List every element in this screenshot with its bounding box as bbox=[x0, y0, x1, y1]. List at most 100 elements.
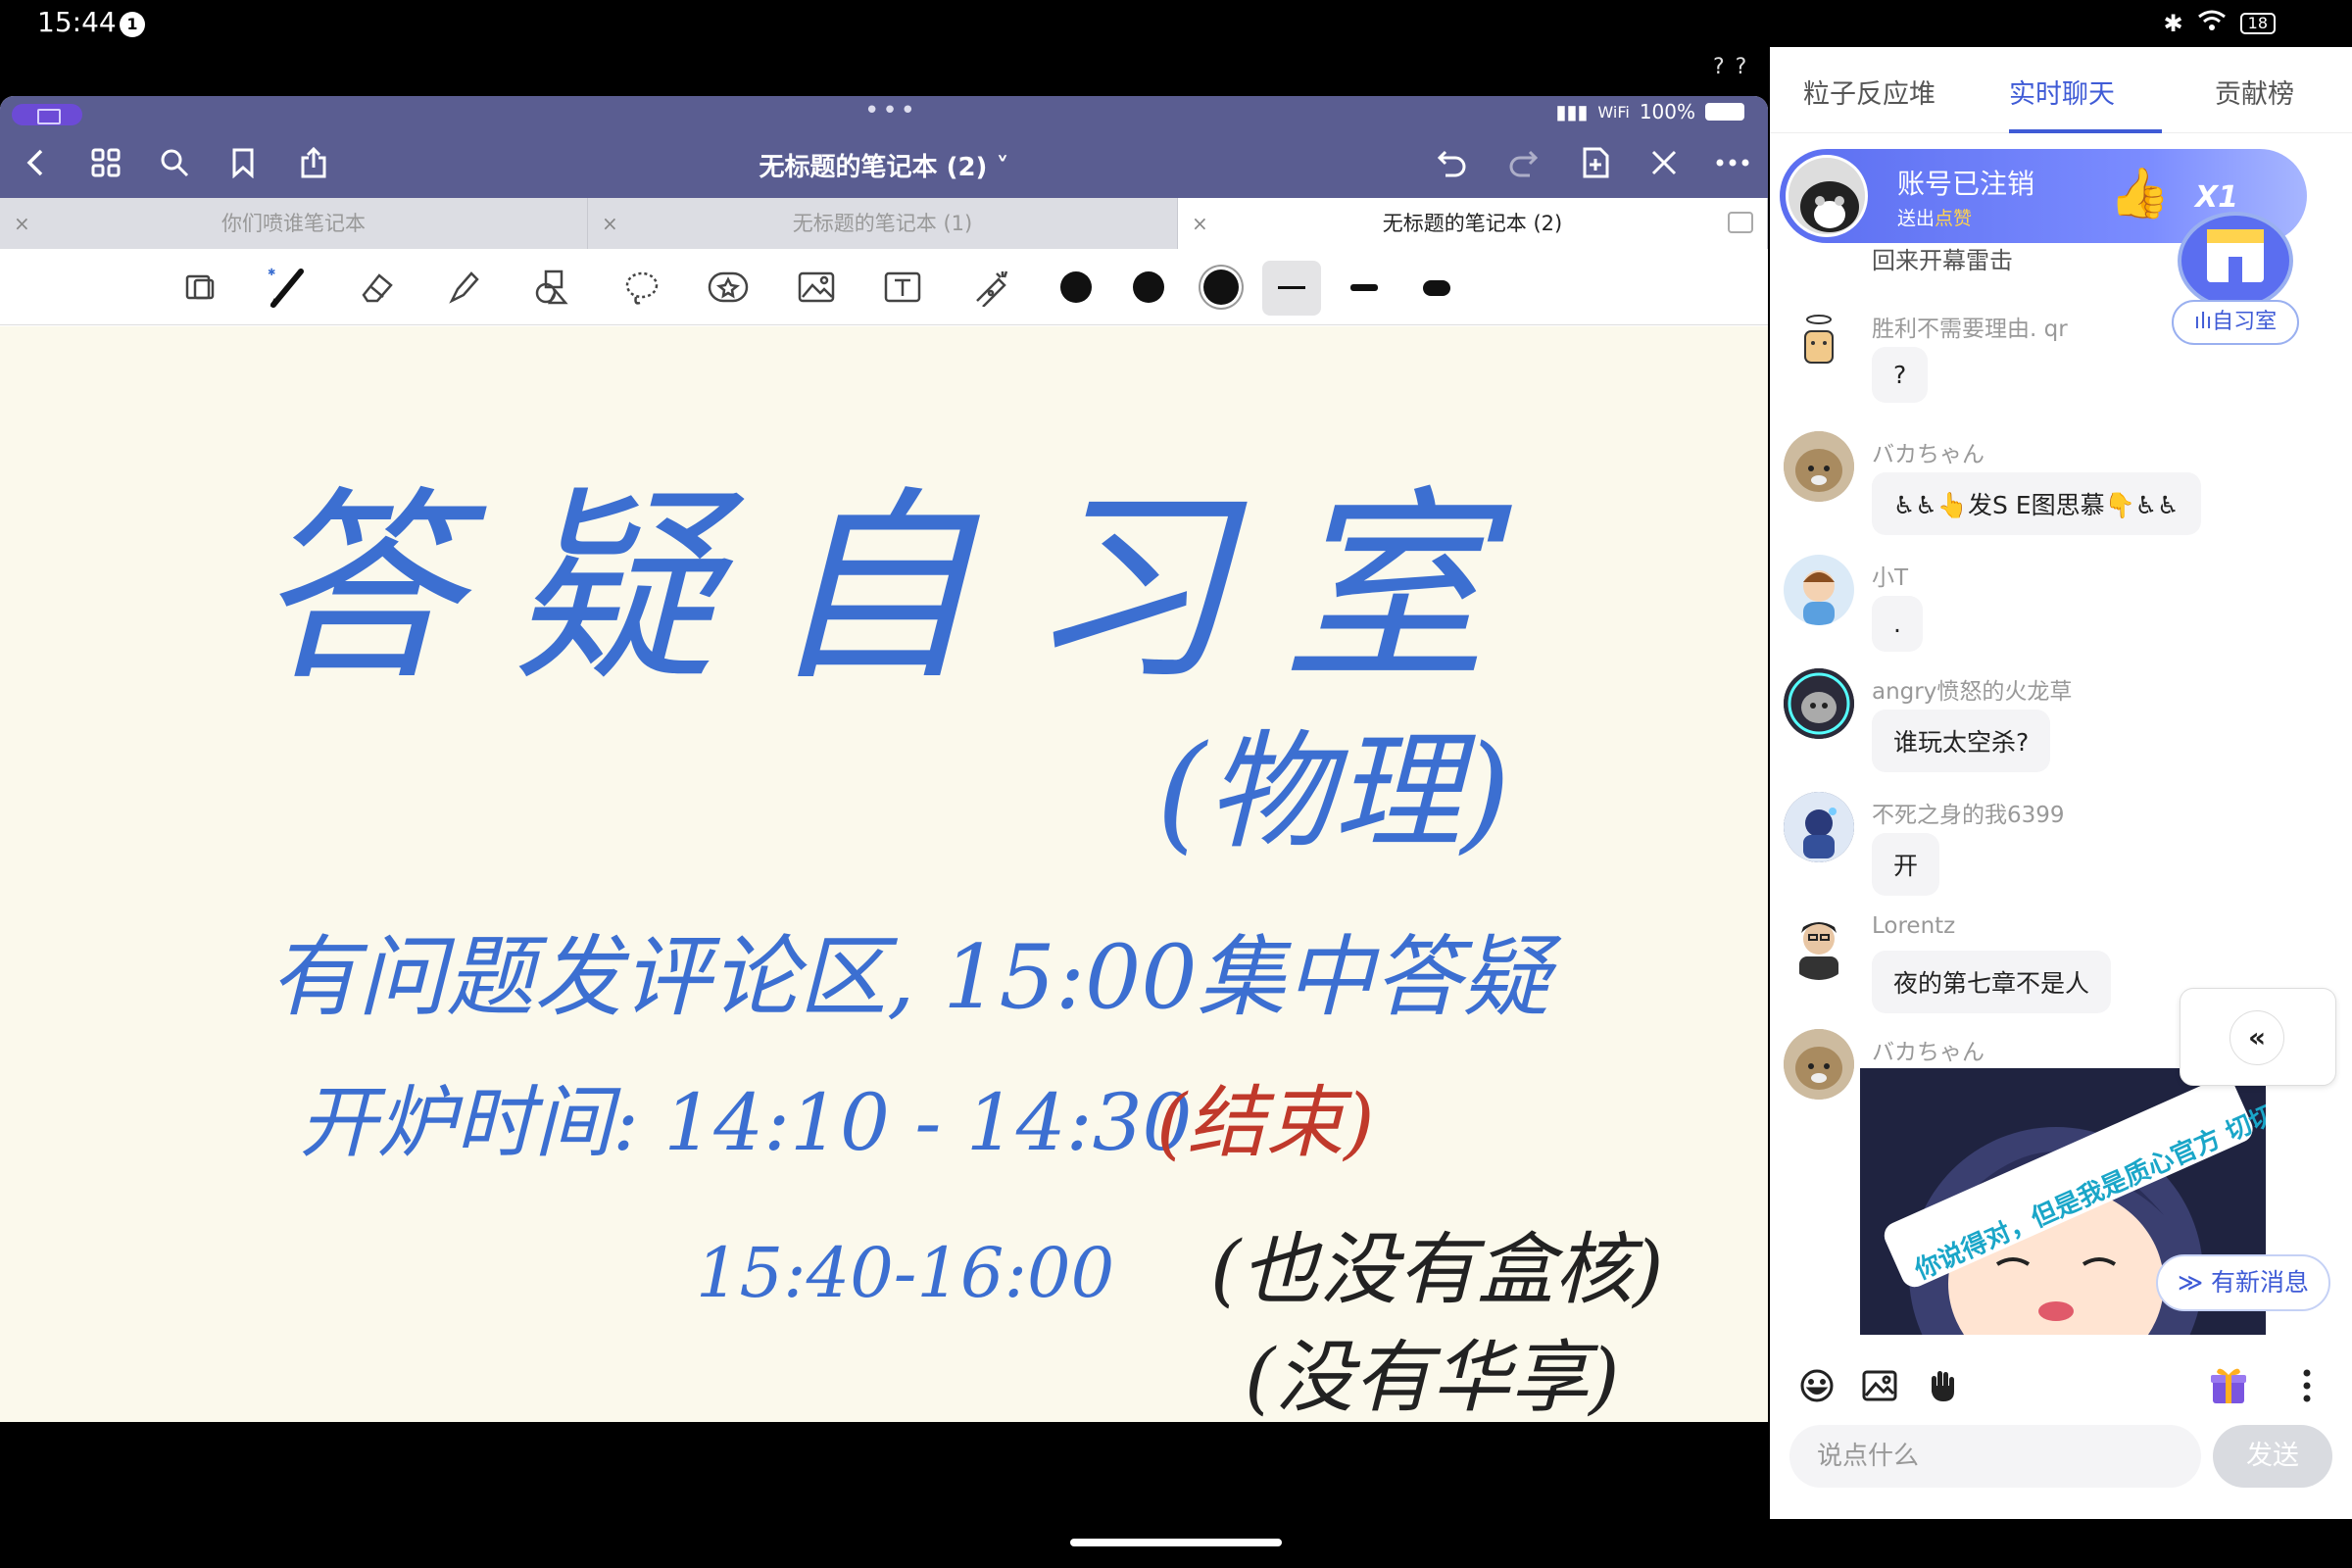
tab-live-chat[interactable]: 实时聊天 bbox=[2009, 73, 2115, 111]
live-chat-panel: 粒子反应堆 实时聊天 贡献榜 回来开幕雷击 账号已注销 送出点赞 👍 X1 ıl… bbox=[1770, 47, 2352, 1519]
stroke-width-thin-selected[interactable] bbox=[1262, 261, 1321, 316]
close-tools-icon[interactable] bbox=[1644, 143, 1684, 182]
message-bubble: ? bbox=[1872, 347, 1929, 403]
pen-color-black-1[interactable] bbox=[1060, 271, 1092, 303]
active-tab-indicator bbox=[2009, 129, 2162, 133]
handwriting-line-1: 有问题发评论区, 15:00集中答疑 bbox=[270, 926, 1562, 1029]
image-icon[interactable] bbox=[794, 265, 839, 310]
message-bubble: . bbox=[1872, 596, 1923, 652]
ios-status-bar: ••• ▮▮▮ WiFi 100% bbox=[0, 96, 1768, 129]
notes-top-bar: 无标题的笔记本 (2) ˅ bbox=[0, 129, 1768, 198]
message-username: バカちゃん bbox=[1872, 442, 1984, 467]
handwriting-line-3-note: (也没有盒核) bbox=[1210, 1224, 1663, 1315]
message-bubble: 开 bbox=[1872, 833, 1940, 896]
tab-label: 无标题的笔记本 (1) bbox=[792, 212, 973, 235]
split-indicator: ? ? bbox=[1713, 55, 1749, 79]
lasso-icon[interactable] bbox=[619, 265, 664, 310]
tab-label: 你们喷谁笔记本 bbox=[221, 212, 366, 235]
chat-tabs: 粒子反应堆 实时聊天 贡献榜 bbox=[1770, 47, 2352, 133]
handwriting-title: 答疑自习室 bbox=[255, 468, 1539, 709]
laser-pointer-icon[interactable] bbox=[968, 265, 1013, 310]
pen-icon[interactable]: ✱ bbox=[265, 265, 310, 310]
sticker-icon[interactable] bbox=[706, 265, 751, 310]
raise-hand-icon[interactable] bbox=[1921, 1364, 1964, 1407]
tab-notebook-2[interactable]: × 无标题的笔记本 (2) bbox=[1178, 198, 1768, 249]
message-username: Lorentz bbox=[1872, 913, 1956, 939]
ios-status-icons: ▮▮▮ WiFi 100% bbox=[1555, 100, 1744, 123]
user-avatar[interactable] bbox=[1784, 306, 1854, 376]
tab-notebook-0[interactable]: × 你们喷谁笔记本 bbox=[0, 198, 588, 249]
user-avatar[interactable] bbox=[1784, 792, 1854, 862]
message-username: 小T bbox=[1872, 565, 1909, 591]
signal-icon: ▮▮▮ bbox=[1555, 100, 1589, 123]
drawing-toolbar: ✱ bbox=[0, 249, 1768, 325]
window-dots-icon[interactable]: ••• bbox=[864, 96, 918, 125]
shapes-icon[interactable] bbox=[529, 265, 574, 310]
stroke-width-thick[interactable] bbox=[1423, 280, 1450, 296]
pen-color-black-selected[interactable] bbox=[1203, 270, 1239, 305]
chat-input-bar: 说点什么 发送 bbox=[1770, 1335, 2352, 1519]
page-layout-icon[interactable] bbox=[178, 265, 223, 310]
message-bubble: 谁玩太空杀? bbox=[1872, 710, 2051, 772]
redo-icon[interactable] bbox=[1503, 143, 1543, 182]
undo-icon[interactable] bbox=[1433, 143, 1472, 182]
banner-gift-text: 送出点赞 bbox=[1897, 208, 1973, 229]
tab-overview-icon[interactable] bbox=[1728, 212, 1753, 233]
wifi-icon bbox=[2197, 10, 2227, 37]
message-username: angry愤怒的火龙草 bbox=[1872, 679, 2073, 705]
add-page-icon[interactable] bbox=[1576, 143, 1615, 182]
bluetooth-icon: ✱ bbox=[2163, 10, 2183, 37]
study-room-badge[interactable]: ılı自习室 bbox=[2172, 300, 2299, 345]
pen-color-black-2[interactable] bbox=[1133, 271, 1164, 303]
status-icons: ✱ 18 bbox=[2164, 10, 2276, 37]
message-bubble: 夜的第七章不是人 bbox=[1872, 951, 2112, 1013]
notification-badge: 1 bbox=[120, 12, 145, 37]
banner-avatar bbox=[1786, 155, 1868, 237]
collapse-panel-button[interactable]: « bbox=[2180, 988, 2336, 1086]
banner-username: 账号已注销 bbox=[1897, 168, 2035, 200]
handwriting-line-2-red: (结束) bbox=[1156, 1077, 1374, 1168]
gift-multiplier: X1 bbox=[2195, 180, 2239, 215]
handwriting-subtitle: (物理) bbox=[1156, 717, 1510, 866]
close-tab-icon[interactable]: × bbox=[1192, 198, 1208, 249]
message-username: 胜利不需要理由. qr bbox=[1872, 317, 2068, 342]
svg-text:✱: ✱ bbox=[268, 268, 275, 278]
user-avatar[interactable] bbox=[1784, 555, 1854, 625]
home-indicator[interactable] bbox=[1070, 1539, 1282, 1546]
send-button[interactable]: 发送 bbox=[2213, 1425, 2332, 1488]
user-avatar[interactable] bbox=[1784, 1029, 1854, 1100]
battery-percent: 100% bbox=[1639, 100, 1695, 123]
tab-reactor[interactable]: 粒子反应堆 bbox=[1803, 73, 1936, 111]
highlighter-icon[interactable] bbox=[441, 265, 486, 310]
stroke-width-medium[interactable] bbox=[1350, 284, 1378, 291]
close-tab-icon[interactable]: × bbox=[602, 198, 618, 249]
chat-input[interactable]: 说点什么 bbox=[1789, 1425, 2201, 1488]
tab-label: 无标题的笔记本 (2) bbox=[1382, 212, 1563, 235]
image-upload-icon[interactable] bbox=[1858, 1364, 1901, 1407]
eraser-icon[interactable] bbox=[355, 265, 400, 310]
screen: 15:44 1 ✱ 18 ? ? ••• ▮▮▮ WiFi 100% 无标题的笔… bbox=[0, 0, 2352, 1568]
close-tab-icon[interactable]: × bbox=[14, 198, 30, 249]
handwriting-line-2: 开炉时间: 14:10 - 14:30 bbox=[299, 1077, 1192, 1168]
more-icon[interactable] bbox=[1713, 143, 1752, 182]
gift-icon[interactable] bbox=[2207, 1364, 2250, 1407]
study-room-icon[interactable] bbox=[2178, 212, 2293, 310]
tab-contribution[interactable]: 贡献榜 bbox=[2215, 73, 2294, 111]
text-box-icon[interactable] bbox=[880, 265, 925, 310]
note-canvas[interactable]: 答疑自习室 (物理) 有问题发评论区, 15:00集中答疑 开炉时间: 14:1… bbox=[0, 326, 1768, 1422]
thumbs-up-icon: 👍 bbox=[2109, 165, 2171, 221]
user-avatar[interactable] bbox=[1784, 431, 1854, 502]
screen-mirror-icon[interactable] bbox=[12, 104, 82, 125]
notebook-tabs: × 你们喷谁笔记本 × 无标题的笔记本 (1) × 无标题的笔记本 (2) bbox=[0, 198, 1768, 249]
more-options-icon[interactable] bbox=[2285, 1364, 2328, 1407]
message-bubble: ♿♿👆发S E图思慕👇♿♿ bbox=[1872, 472, 2201, 535]
status-time: 15:44 bbox=[37, 6, 117, 38]
user-avatar[interactable] bbox=[1784, 668, 1854, 739]
battery-indicator: 18 bbox=[2239, 13, 2276, 34]
notes-app: ••• ▮▮▮ WiFi 100% 无标题的笔记本 (2) ˅ × 你们喷谁笔记… bbox=[0, 96, 1768, 1422]
tab-notebook-1[interactable]: × 无标题的笔记本 (1) bbox=[588, 198, 1178, 249]
handwriting-line-3: 15:40-16:00 bbox=[696, 1233, 1114, 1313]
new-messages-button[interactable]: ≫ 有新消息 bbox=[2156, 1254, 2330, 1311]
user-avatar[interactable] bbox=[1784, 909, 1854, 980]
emoji-icon[interactable] bbox=[1795, 1364, 1838, 1407]
